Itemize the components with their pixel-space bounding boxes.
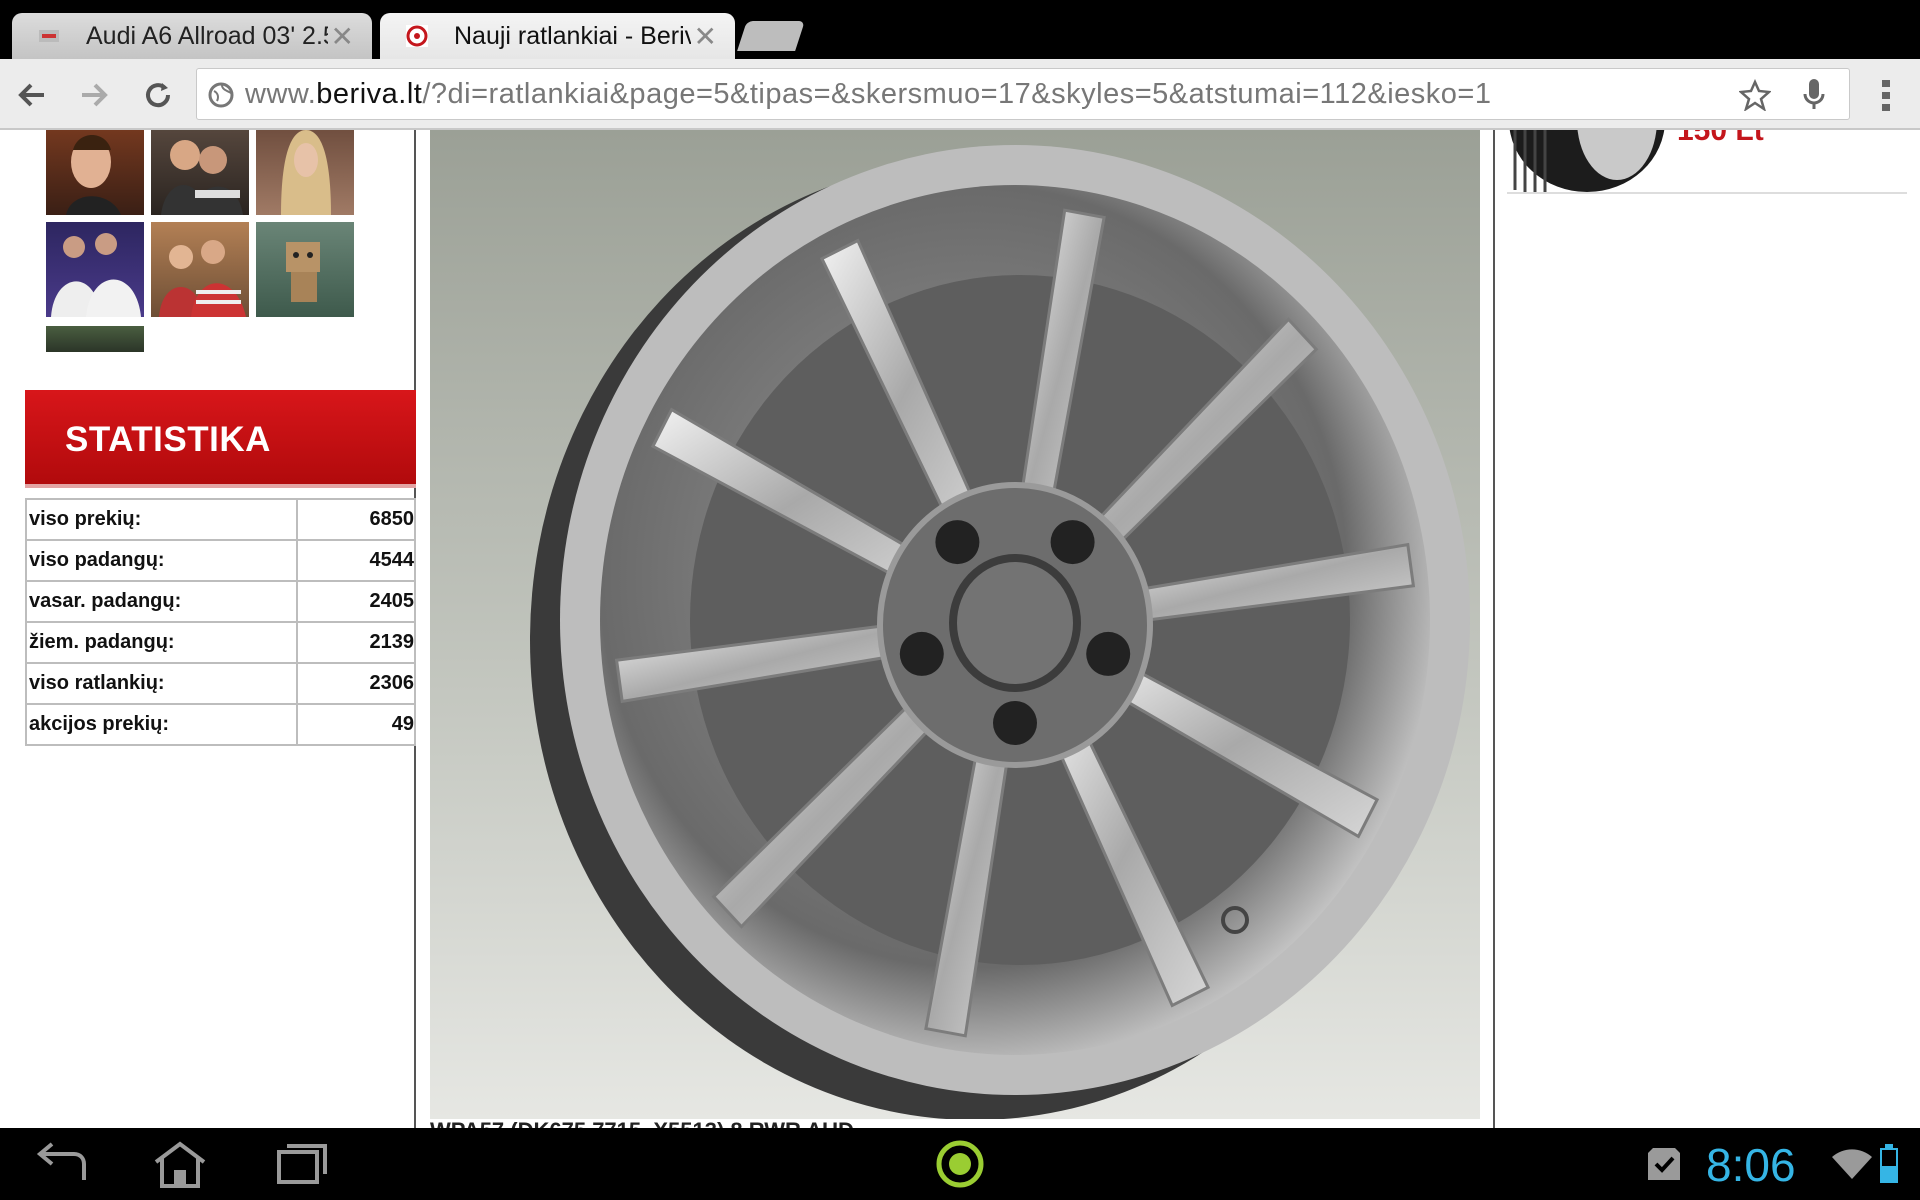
statistics-table: viso prekių: 6850 viso padangų: 4544 vasar… xyxy=(25,498,416,746)
member-photo[interactable] xyxy=(46,222,144,317)
web-page: STATISTIKA viso prekių: 6850 viso padangų… xyxy=(0,130,1920,1128)
table-row: viso prekių: 6850 xyxy=(25,498,416,541)
new-tab-button[interactable] xyxy=(737,21,805,51)
battery-icon xyxy=(1880,1144,1898,1183)
stat-label: akcijos prekių: xyxy=(25,703,298,746)
tab-strip: Audi A6 Allroad 03' 2.5 ✕ Nauji ratlanki… xyxy=(0,0,1920,59)
table-row: vasar. padangų: 2405 xyxy=(25,580,416,623)
wifi-icon xyxy=(1832,1149,1872,1179)
launcher-icon xyxy=(936,1140,984,1188)
launcher-button[interactable] xyxy=(932,1140,988,1188)
product-caption[interactable]: WPA57 (DK675 7715, X5513) 8 RWR AUD xyxy=(430,1118,854,1128)
recent-apps-icon xyxy=(277,1144,327,1184)
mic-icon[interactable] xyxy=(1801,77,1827,113)
wifi-status[interactable] xyxy=(1830,1140,1874,1188)
back-icon xyxy=(18,83,44,107)
member-photo[interactable] xyxy=(46,130,144,215)
stat-value: 2405 xyxy=(296,580,416,623)
member-photo[interactable] xyxy=(151,130,249,215)
member-photo[interactable] xyxy=(256,222,354,317)
nav-back-icon xyxy=(36,1142,86,1180)
menu-button[interactable] xyxy=(1864,73,1908,117)
member-photo[interactable] xyxy=(151,222,249,317)
url-text: www.beriva.lt/?di=ratlankiai&page=5&tipa… xyxy=(245,78,1491,111)
product-column: WPA57 (DK675 7715, X5513) 8 RWR AUD xyxy=(416,130,1495,1128)
audi-favicon-icon xyxy=(39,30,59,42)
reload-button[interactable] xyxy=(136,73,180,117)
tab-title: Nauji ratlankiai - Beriva xyxy=(454,21,691,50)
right-sidebar: 150 Lt xyxy=(1495,130,1920,1128)
beriva-favicon-icon xyxy=(406,25,428,47)
tyre-thumbnail[interactable] xyxy=(1507,130,1667,192)
table-row: akcijos prekių: 49 xyxy=(25,703,416,746)
stat-value: 4544 xyxy=(296,539,416,582)
task-check-icon xyxy=(1648,1148,1680,1180)
tab-beriva[interactable]: Nauji ratlankiai - Beriva ✕ xyxy=(380,13,735,59)
nav-back-button[interactable] xyxy=(32,1140,92,1188)
menu-icon xyxy=(1882,80,1890,111)
home-icon xyxy=(154,1141,206,1188)
url-domain: beriva.lt xyxy=(316,78,423,110)
star-icon[interactable] xyxy=(1739,79,1771,111)
address-bar[interactable]: www.beriva.lt/?di=ratlankiai&page=5&tipa… xyxy=(196,68,1850,120)
task-notification[interactable] xyxy=(1644,1140,1684,1188)
stat-value: 2139 xyxy=(296,621,416,664)
stat-value: 2306 xyxy=(296,662,416,705)
recent-apps-button[interactable] xyxy=(272,1140,332,1188)
forward-button[interactable] xyxy=(72,73,116,117)
statistics-title: STATISTIKA xyxy=(65,420,271,459)
table-row: žiem. padangų: 2139 xyxy=(25,621,416,664)
statistics-header: STATISTIKA xyxy=(25,390,416,488)
product-image[interactable] xyxy=(430,130,1480,1119)
system-navigation-bar: 8:06 xyxy=(0,1128,1920,1200)
site-info-icon xyxy=(208,82,234,108)
divider xyxy=(1507,192,1907,194)
tab-audi-a6[interactable]: Audi A6 Allroad 03' 2.5 ✕ xyxy=(12,13,372,59)
stat-label: viso padangų: xyxy=(25,539,298,582)
member-photo[interactable] xyxy=(46,326,144,352)
stat-value: 6850 xyxy=(296,498,416,541)
left-sidebar: STATISTIKA viso prekių: 6850 viso padangų… xyxy=(25,130,416,1128)
clock[interactable]: 8:06 xyxy=(1706,1138,1796,1192)
stat-label: viso ratlankių: xyxy=(25,662,298,705)
back-button[interactable] xyxy=(10,73,54,117)
tab-close-icon[interactable]: ✕ xyxy=(691,20,717,53)
table-row: viso ratlankių: 2306 xyxy=(25,662,416,705)
home-button[interactable] xyxy=(148,1140,212,1188)
stat-label: viso prekių: xyxy=(25,498,298,541)
stat-label: vasar. padangų: xyxy=(25,580,298,623)
url-path: /?di=ratlankiai&page=5&tipas=&skersmuo=1… xyxy=(422,78,1492,110)
product-price: 150 Lt xyxy=(1677,130,1764,147)
tablet-screen: Audi A6 Allroad 03' 2.5 ✕ Nauji ratlanki… xyxy=(0,0,1920,1200)
stat-label: žiem. padangų: xyxy=(25,621,298,664)
member-photo[interactable] xyxy=(256,130,354,215)
url-prefix: www. xyxy=(245,78,317,110)
table-row: viso padangų: 4544 xyxy=(25,539,416,582)
battery-status[interactable] xyxy=(1874,1140,1904,1188)
tab-close-icon[interactable]: ✕ xyxy=(328,20,354,53)
forward-icon xyxy=(82,83,108,107)
browser-toolbar: www.beriva.lt/?di=ratlankiai&page=5&tipa… xyxy=(0,59,1920,130)
reload-icon xyxy=(146,83,171,108)
tab-title: Audi A6 Allroad 03' 2.5 xyxy=(86,21,328,50)
stat-value: 49 xyxy=(296,703,416,746)
